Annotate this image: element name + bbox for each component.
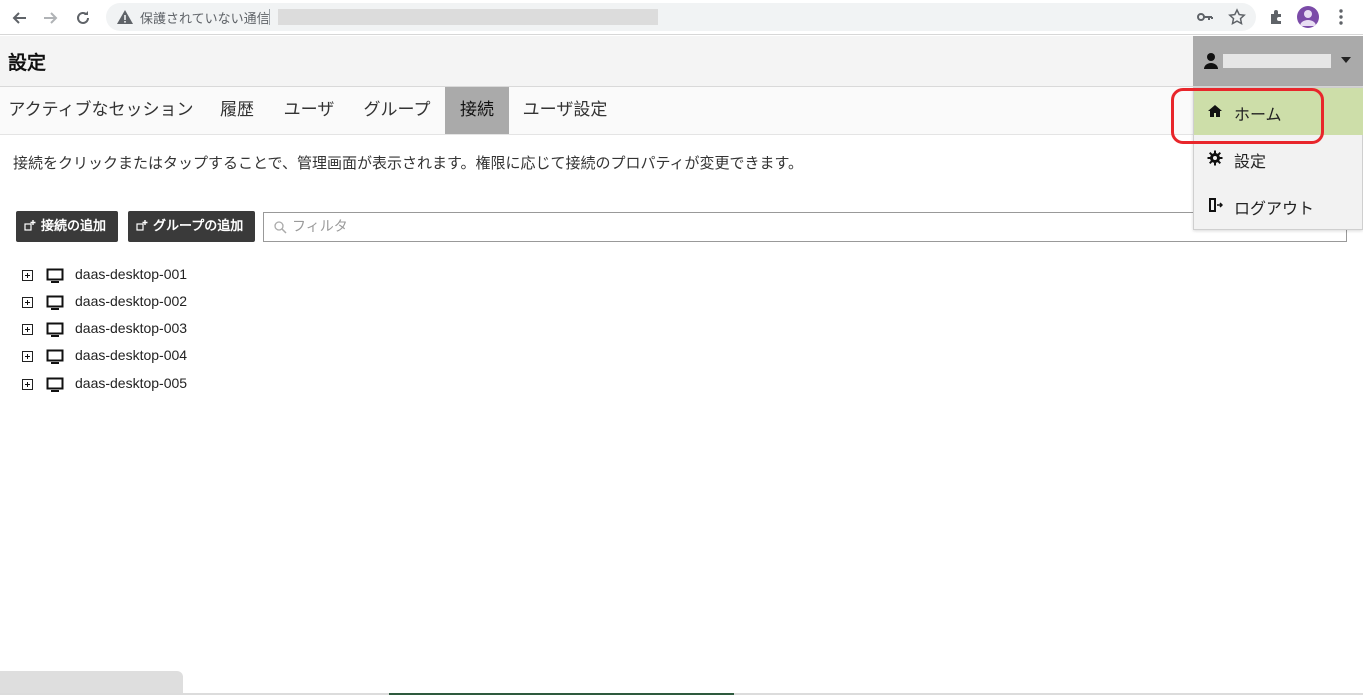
add-connection-icon (24, 220, 36, 231)
tab-history[interactable]: 履歴 (205, 87, 269, 134)
page-title: 設定 (8, 52, 47, 74)
menu-item-logout[interactable]: ログアウト (1194, 182, 1363, 229)
forward-button[interactable] (38, 5, 64, 31)
monitor-icon (46, 322, 64, 337)
url-redacted (278, 9, 658, 25)
connection-name[interactable]: daas-desktop-004 (75, 347, 187, 363)
expand-icon[interactable] (22, 324, 33, 335)
tab-users[interactable]: ユーザ (272, 87, 346, 134)
back-arrow-icon (12, 12, 26, 24)
connection-row[interactable]: daas-desktop-005 (20, 374, 320, 396)
connection-name[interactable]: daas-desktop-003 (75, 320, 187, 336)
description-text: 接続をクリックまたはタップすることで、管理画面が表示されます。権限に応じて接続の… (13, 154, 804, 172)
user-menu-button[interactable] (1193, 36, 1363, 86)
monitor-icon (46, 295, 64, 310)
menu-item-label: 設定 (1234, 152, 1267, 171)
monitor-icon (46, 268, 64, 283)
address-bar[interactable]: 保護されていない通信 (106, 3, 1256, 31)
tab-groups[interactable]: グループ (351, 87, 443, 134)
connection-row[interactable]: daas-desktop-004 (20, 346, 320, 368)
menu-item-label: ログアウト (1234, 199, 1315, 218)
settings-tabs: アクティブなセッション 履歴 ユーザ グループ 接続 ユーザ設定 (0, 87, 1363, 135)
warning-icon (117, 10, 133, 24)
annotation-highlight (1171, 88, 1324, 144)
security-label: 保護されていない通信 (140, 11, 270, 26)
expand-icon[interactable] (22, 270, 33, 281)
search-icon (274, 221, 287, 234)
connection-name[interactable]: daas-desktop-005 (75, 375, 187, 391)
key-icon[interactable] (1196, 8, 1214, 26)
browser-toolbar: 保護されていない通信 (0, 0, 1363, 35)
bottom-panel-tab (0, 671, 183, 695)
tab-active-sessions[interactable]: アクティブなセッション (0, 87, 202, 134)
back-button[interactable] (6, 5, 32, 31)
divider (269, 9, 270, 25)
caret-down-icon (1341, 57, 1351, 63)
more-vert-icon[interactable] (1335, 8, 1347, 26)
connection-row[interactable]: daas-desktop-001 (20, 265, 320, 287)
expand-icon[interactable] (22, 351, 33, 362)
expand-icon[interactable] (22, 297, 33, 308)
monitor-icon (46, 349, 64, 364)
gear-icon (1207, 150, 1223, 166)
add-group-label: グループの追加 (153, 219, 244, 234)
connection-name[interactable]: daas-desktop-002 (75, 293, 187, 309)
connection-row[interactable]: daas-desktop-003 (20, 319, 320, 341)
filter-box (263, 212, 1347, 242)
star-icon[interactable] (1228, 8, 1246, 26)
user-icon (1204, 53, 1218, 69)
monitor-icon (46, 377, 64, 392)
filter-input[interactable] (292, 216, 1192, 238)
add-group-button[interactable]: グループの追加 (128, 211, 255, 242)
username-redacted (1223, 54, 1331, 68)
app-header: 設定 (0, 36, 1363, 87)
tab-user-settings[interactable]: ユーザ設定 (512, 87, 618, 134)
add-connection-button[interactable]: 接続の追加 (16, 211, 118, 242)
profile-avatar[interactable] (1297, 6, 1319, 28)
forward-arrow-icon (44, 12, 58, 24)
connection-row[interactable]: daas-desktop-002 (20, 292, 320, 314)
extensions-icon[interactable] (1265, 5, 1289, 29)
add-group-icon (136, 220, 148, 231)
tab-connections[interactable]: 接続 (445, 87, 509, 134)
logout-icon (1209, 198, 1223, 212)
connection-name[interactable]: daas-desktop-001 (75, 266, 187, 282)
add-connection-label: 接続の追加 (41, 219, 107, 234)
expand-icon[interactable] (22, 379, 33, 390)
reload-icon (77, 11, 89, 24)
reload-button[interactable] (70, 5, 96, 31)
